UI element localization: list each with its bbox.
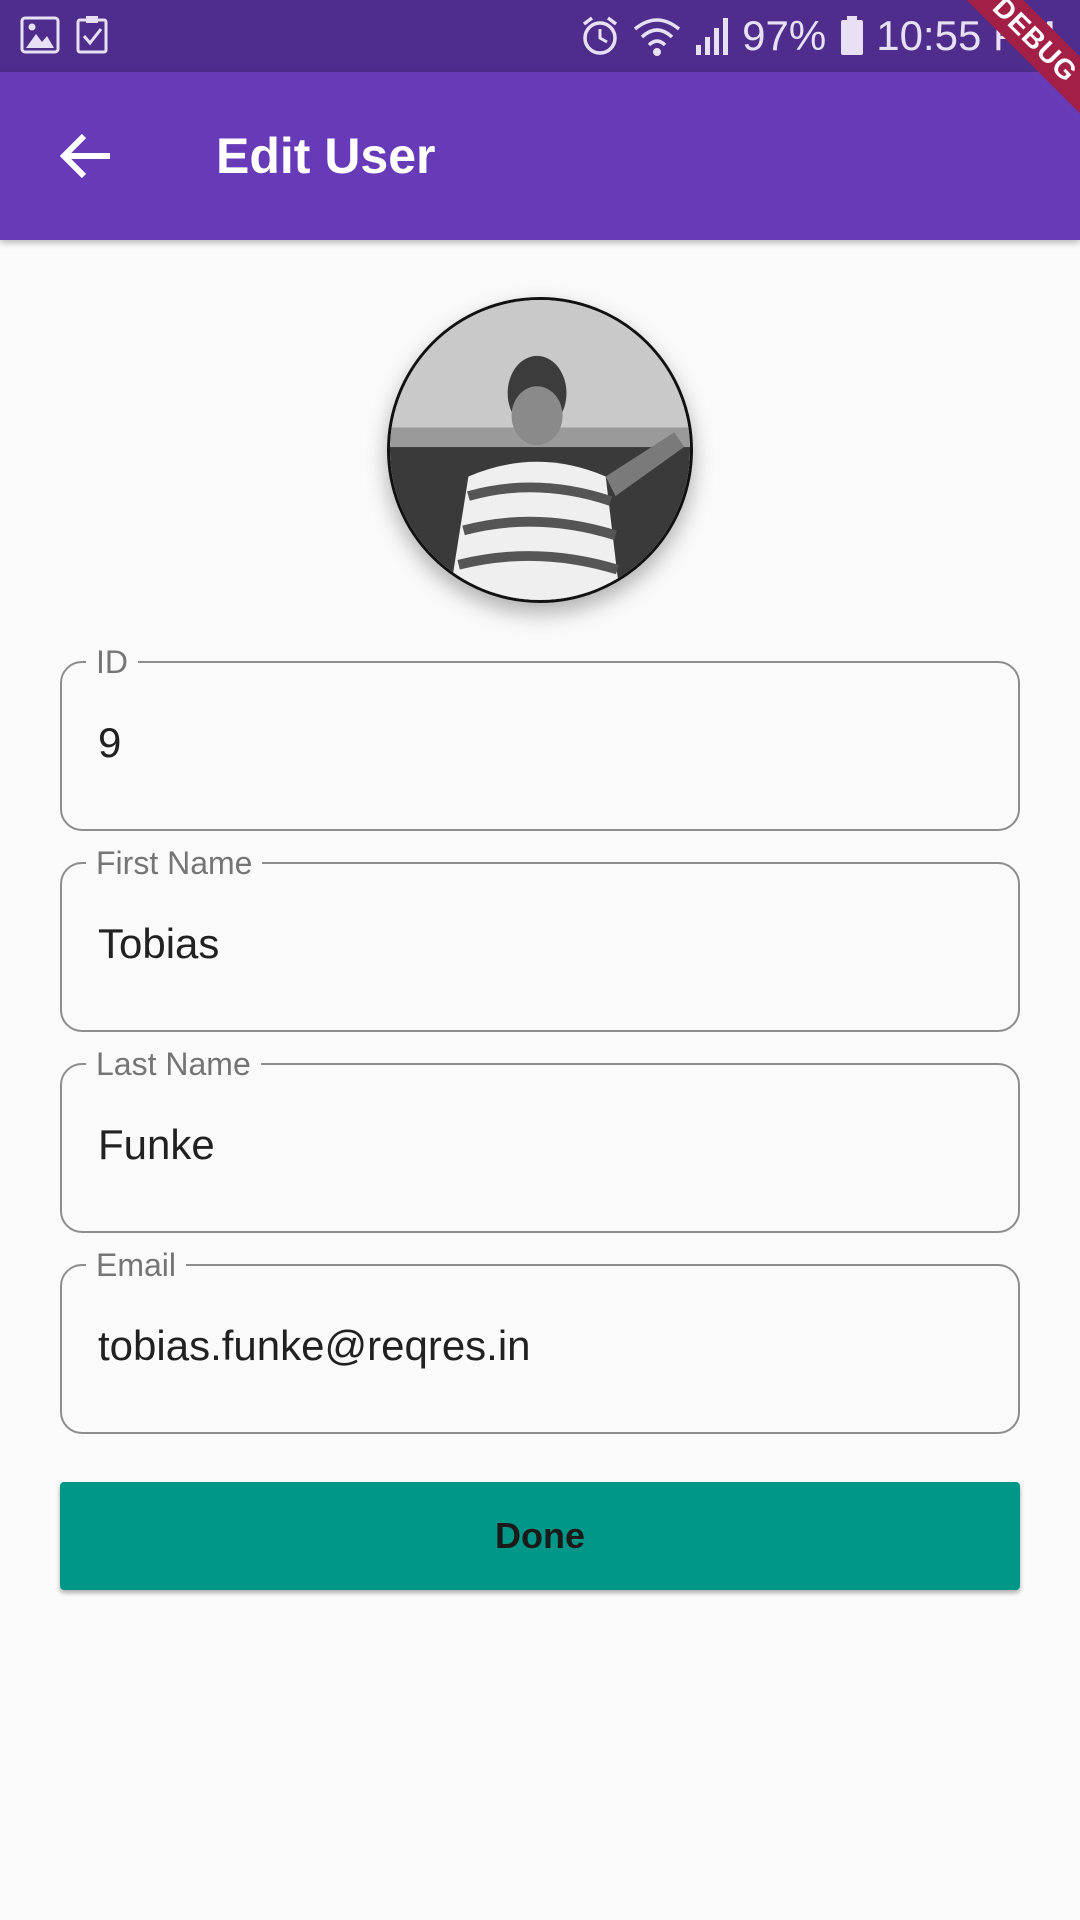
page-title: Edit User: [216, 128, 436, 184]
email-field[interactable]: Email tobias.funke@reqres.in: [60, 1245, 1020, 1434]
battery-percent: 97%: [742, 12, 827, 59]
status-bar: 97% 10:55 PM: [0, 0, 1080, 72]
id-label: ID: [86, 642, 138, 682]
email-value[interactable]: tobias.funke@reqres.in: [98, 1322, 531, 1370]
alarm-icon: [583, 16, 618, 55]
id-field[interactable]: ID 9: [60, 642, 1020, 831]
last-name-field[interactable]: Last Name Funke: [60, 1044, 1020, 1233]
last-name-label: Last Name: [86, 1044, 261, 1084]
id-value[interactable]: 9: [98, 719, 121, 767]
first-name-label: First Name: [86, 843, 263, 883]
first-name-field[interactable]: First Name Tobias: [60, 843, 1020, 1032]
user-photo: [390, 300, 690, 600]
signal-icon: [696, 18, 729, 55]
arrow-back-icon: [59, 133, 110, 179]
wifi-icon: [634, 18, 681, 56]
battery-icon: [841, 16, 864, 55]
email-label: Email: [86, 1245, 187, 1285]
task-check-icon: [76, 16, 108, 54]
done-button[interactable]: Done: [60, 1482, 1020, 1590]
first-name-value[interactable]: Tobias: [98, 920, 219, 968]
app-bar: Edit User: [0, 72, 1080, 240]
avatar[interactable]: [387, 297, 693, 603]
done-button-label: Done: [495, 1515, 585, 1556]
gallery-icon: [20, 16, 60, 54]
back-button[interactable]: [44, 114, 128, 198]
last-name-value[interactable]: Funke: [98, 1121, 215, 1169]
